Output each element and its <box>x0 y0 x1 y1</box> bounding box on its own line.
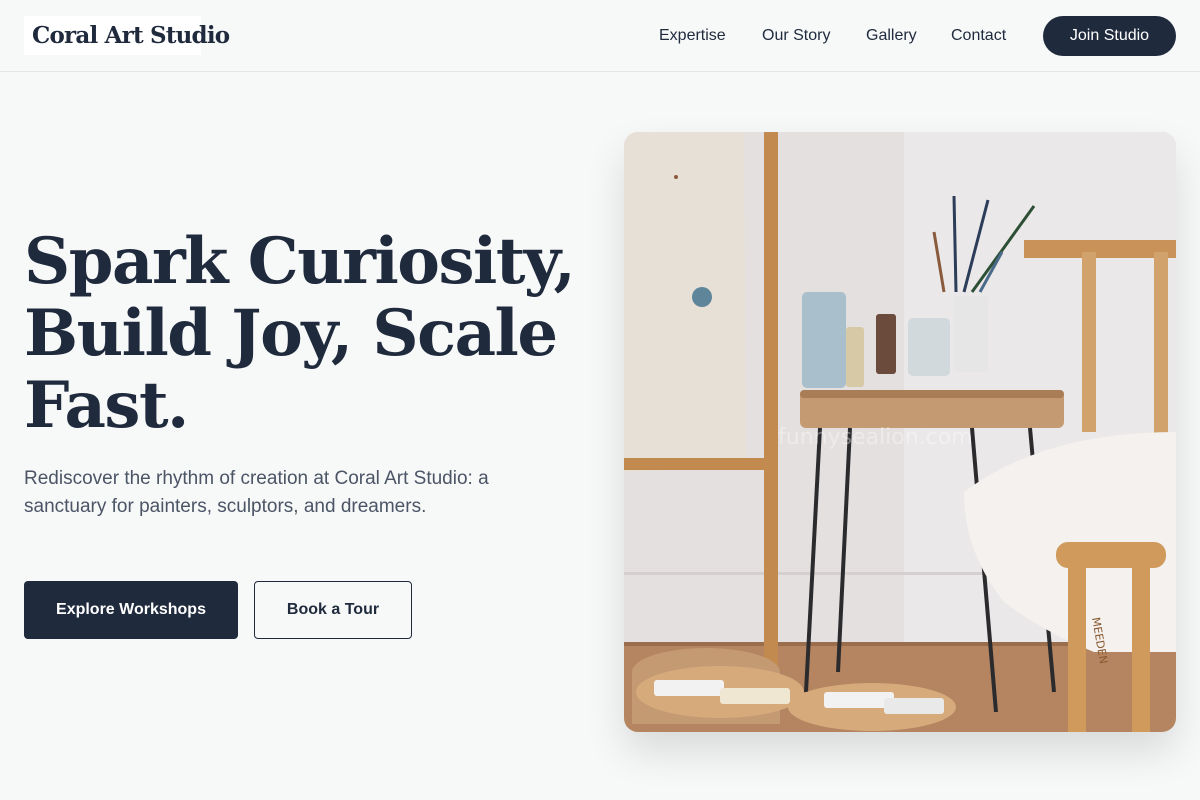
hanging-cloth <box>624 132 746 472</box>
site-header: Coral Art Studio Expertise Our Story Gal… <box>0 0 1200 72</box>
medium-bottle <box>954 296 988 372</box>
paint-tube <box>884 698 944 714</box>
stool-leg <box>1068 564 1086 732</box>
paint-stain <box>692 287 712 307</box>
jar <box>802 292 846 388</box>
hero-subtitle: Rediscover the rhythm of creation at Cor… <box>24 468 489 517</box>
table-edge <box>800 390 1064 398</box>
watermark: funnysealion.com <box>778 425 973 450</box>
paint-tube <box>654 680 724 696</box>
paint-tube <box>824 692 894 708</box>
stool-leg <box>1132 564 1150 732</box>
paint-tube <box>720 688 790 704</box>
book-tour-button[interactable]: Book a Tour <box>254 581 412 639</box>
hero-title: Spark Curiosity, Build Joy, Scale Fast. <box>24 224 576 443</box>
studio-photo: funnysealion.com MEEDEN <box>624 132 1176 732</box>
ladder-rail <box>764 132 778 692</box>
paint-spot <box>674 175 678 179</box>
bottle <box>846 327 864 387</box>
explore-workshops-button[interactable]: Explore Workshops <box>24 581 238 639</box>
join-studio-button[interactable]: Join Studio <box>1043 16 1176 56</box>
brush <box>952 195 958 293</box>
studio-illustration: funnysealion.com MEEDEN <box>624 132 1176 732</box>
ladder-rung <box>624 458 778 470</box>
nav-item-expertise[interactable]: Expertise <box>659 25 726 47</box>
nav-item-gallery[interactable]: Gallery <box>866 25 917 47</box>
logo[interactable]: Coral Art Studio <box>24 16 230 55</box>
glass-jar <box>908 318 950 376</box>
nav-item-our-story[interactable]: Our Story <box>762 25 830 47</box>
easel-leg <box>1082 252 1096 432</box>
small-bottle <box>876 314 896 374</box>
nav-item-contact[interactable]: Contact <box>951 25 1006 47</box>
easel-board <box>1024 240 1176 258</box>
